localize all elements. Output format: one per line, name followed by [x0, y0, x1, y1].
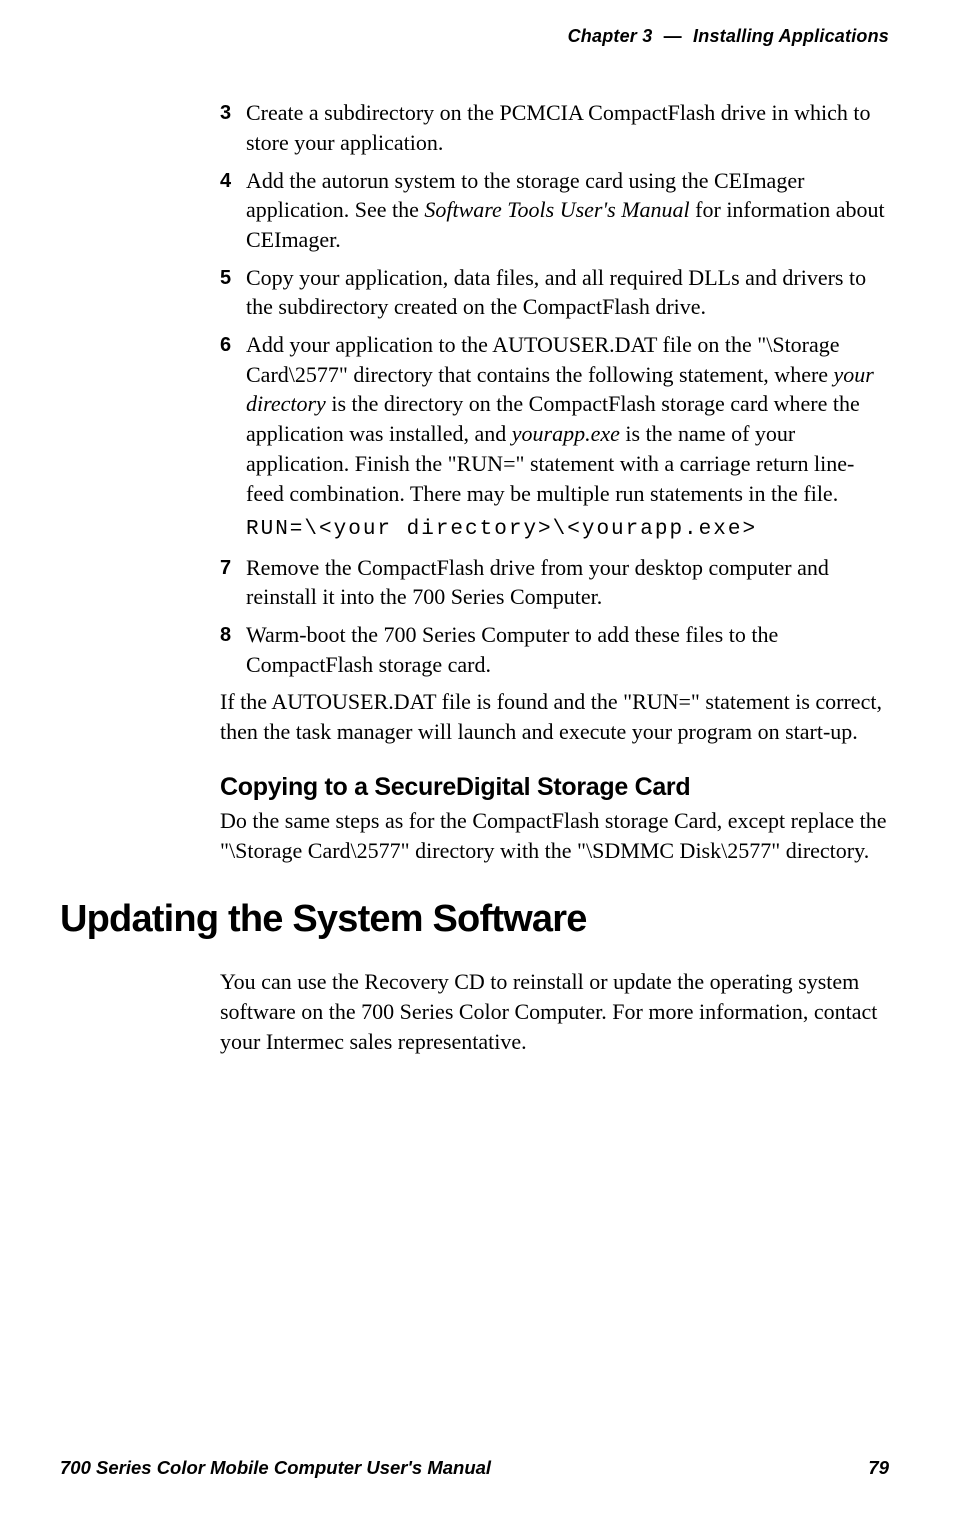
- paragraph: If the AUTOUSER.DAT file is found and th…: [220, 687, 889, 746]
- page: Chapter 3 — Installing Applications 3 Cr…: [0, 0, 979, 1519]
- footer-manual-title: 700 Series Color Mobile Computer User's …: [60, 1456, 491, 1481]
- chapter-title: Installing Applications: [693, 26, 889, 46]
- code-sample: RUN=\<your directory>\<yourapp.exe>: [246, 516, 889, 544]
- step-number: 7: [220, 553, 246, 582]
- step-number: 8: [220, 620, 246, 649]
- page-footer: 700 Series Color Mobile Computer User's …: [60, 1456, 889, 1481]
- paragraph: Do the same steps as for the CompactFlas…: [220, 806, 889, 865]
- step-text: Copy your application, data files, and a…: [246, 263, 889, 322]
- step-4: 4 Add the autorun system to the storage …: [220, 166, 889, 255]
- body-content: 3 Create a subdirectory on the PCMCIA Co…: [220, 98, 889, 1056]
- running-header: Chapter 3 — Installing Applications: [60, 24, 889, 48]
- text-run: Add your application to the AUTOUSER.DAT…: [246, 332, 840, 387]
- emphasis: yourapp.exe: [512, 421, 620, 446]
- footer-page-number: 79: [868, 1456, 889, 1481]
- step-number: 6: [220, 330, 246, 359]
- step-number: 5: [220, 263, 246, 292]
- step-8: 8 Warm-boot the 700 Series Computer to a…: [220, 620, 889, 679]
- paragraph: You can use the Recovery CD to reinstall…: [220, 967, 889, 1056]
- step-number: 4: [220, 166, 246, 195]
- header-separator: —: [658, 26, 688, 46]
- chapter-number: 3: [642, 26, 652, 46]
- emphasis: Software Tools User's Manual: [424, 197, 689, 222]
- step-text: Add the autorun system to the storage ca…: [246, 166, 889, 255]
- step-text: Create a subdirectory on the PCMCIA Comp…: [246, 98, 889, 157]
- step-3: 3 Create a subdirectory on the PCMCIA Co…: [220, 98, 889, 157]
- step-5: 5 Copy your application, data files, and…: [220, 263, 889, 322]
- step-7: 7 Remove the CompactFlash drive from you…: [220, 553, 889, 612]
- step-text: Remove the CompactFlash drive from your …: [246, 553, 889, 612]
- step-text: Add your application to the AUTOUSER.DAT…: [246, 330, 889, 508]
- heading-updating-system-software: Updating the System Software: [60, 894, 889, 945]
- step-number: 3: [220, 98, 246, 127]
- chapter-label: Chapter: [568, 26, 637, 46]
- step-text: Warm-boot the 700 Series Computer to add…: [246, 620, 889, 679]
- step-6: 6 Add your application to the AUTOUSER.D…: [220, 330, 889, 508]
- subheading-securedigital: Copying to a SecureDigital Storage Card: [220, 771, 889, 805]
